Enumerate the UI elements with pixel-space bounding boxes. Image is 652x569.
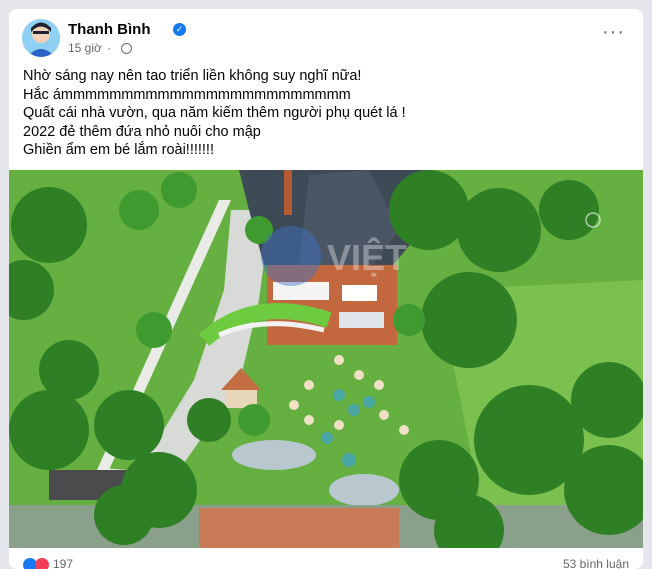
watermark-text: VIỆT	[327, 236, 407, 278]
globe-icon[interactable]	[120, 43, 132, 54]
post-text: Nhờ sáng nay nên tao triển liền không su…	[23, 67, 406, 160]
avatar-image	[22, 19, 60, 57]
reaction-count[interactable]: 197	[53, 557, 73, 569]
post-card: Thanh Bình ✓ 15 giờ · ··· Nhờ sáng nay n…	[9, 9, 643, 569]
post-text-line: 2022 đẻ thêm đứa nhỏ nuôi cho mập	[23, 123, 261, 140]
author-name[interactable]: Thanh Bình	[68, 21, 151, 38]
post-meta: 15 giờ ·	[68, 41, 132, 55]
avatar[interactable]	[22, 19, 60, 57]
post-text-line: Ghiền ẩm em bé lắm roài!!!!!!!	[23, 142, 214, 158]
verified-badge-icon: ✓	[173, 23, 186, 36]
more-options-icon[interactable]: ···	[602, 22, 625, 42]
post-photo[interactable]: VIỆT	[9, 170, 643, 548]
post-text-line: Nhờ sáng nay nên tao triển liền không su…	[23, 68, 362, 84]
meta-separator: ·	[107, 41, 112, 55]
post-text-line: Quất cái nhà vườn, qua năm kiếm thêm ngư…	[23, 105, 406, 121]
post-time[interactable]: 15 giờ	[68, 41, 102, 55]
comment-count[interactable]: 53 bình luận	[563, 557, 629, 569]
post-text-line: Hắc ámmmmmmmmmmmmmmmmmmmmmmmm	[23, 86, 351, 103]
post-header: Thanh Bình ✓ 15 giờ · ···	[22, 19, 633, 59]
